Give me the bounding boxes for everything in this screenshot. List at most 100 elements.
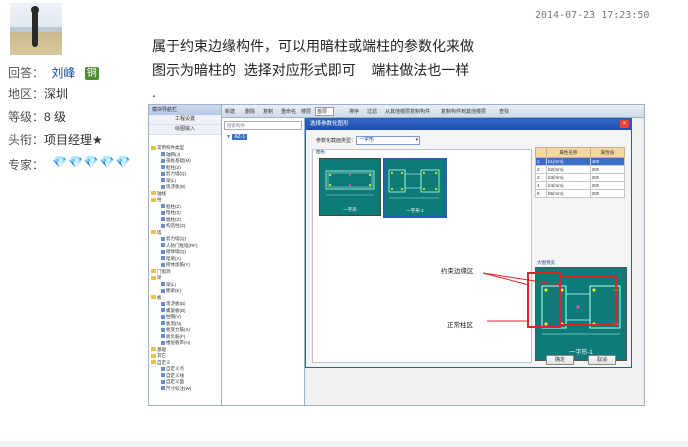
tree-item[interactable]: 自定义面 [161, 379, 184, 384]
tree-folder[interactable]: 梁 [151, 275, 162, 280]
tree-item[interactable]: 楼层板带(H) [161, 340, 190, 345]
tree-item[interactable]: 板受力筋(S) [161, 327, 190, 332]
toolbar-find[interactable]: 查找 [499, 108, 509, 115]
property-value[interactable]: 400 [589, 157, 626, 166]
tree-item[interactable]: 框柱(Z) [161, 204, 181, 209]
toolbar-delete[interactable]: 删除 [245, 108, 255, 115]
tree-item[interactable]: 尺寸标注(W) [161, 386, 191, 391]
tree-item[interactable]: 现浇板(B) [161, 184, 186, 189]
tree-folder[interactable]: 自定义 [151, 360, 171, 365]
property-value[interactable]: 200 [589, 165, 626, 174]
tree-folder[interactable]: 其它 [151, 353, 166, 358]
tree-label: 筏板基础(M) [166, 158, 191, 163]
preview-label: 大图预览 [537, 260, 555, 265]
property-row[interactable]: 1 b1(mm) 400 [535, 157, 626, 166]
property-index: 2 [535, 165, 547, 174]
selected-component-az1[interactable]: AZ-1 [232, 134, 248, 140]
tree-folder[interactable]: 柱 [151, 197, 162, 202]
level-value: 8 级 [44, 110, 67, 124]
toolbar-new[interactable]: 新建 [225, 108, 235, 115]
tree-item[interactable]: 梁(L) [161, 282, 176, 287]
tree-item[interactable]: 现浇板(B) [161, 301, 186, 306]
tree-item[interactable]: 构造柱(Z) [161, 223, 185, 228]
user-name-link[interactable]: 刘峰 [51, 66, 75, 80]
property-value[interactable]: 200 [589, 181, 626, 190]
tree-item[interactable]: 砌体墙(Q) [161, 249, 186, 254]
tree-label: 梁(L) [166, 281, 176, 287]
toolbar-copy-to-floor[interactable]: 复制构件到其他楼层 [441, 108, 486, 115]
tree-label: 板 [157, 294, 162, 300]
title-label: 头衔： [8, 133, 45, 147]
folder-icon [151, 275, 156, 280]
property-row[interactable]: 5 b5(mm) 200 [535, 189, 626, 198]
property-row[interactable]: 3 b3(mm) 200 [535, 173, 626, 182]
software-toolbar: 新建 删除 复制 重命名 楼层 首层 排序 过滤 从其他楼层复制构件 复制构件到… [149, 105, 644, 118]
property-row[interactable]: 2 b2(mm) 200 [535, 165, 626, 174]
tree-label: 板洞(N) [166, 320, 182, 326]
tree-item[interactable]: 轴网(J) [161, 152, 180, 157]
tree-folder[interactable]: 门窗洞 [151, 269, 171, 274]
tree-item[interactable]: 螺旋板(B) [161, 308, 186, 313]
user-avatar[interactable] [10, 3, 62, 55]
tree-folder[interactable]: 常用构件类型 [151, 145, 184, 150]
tree-label: 剪力墙(Q) [166, 236, 186, 241]
tree-item[interactable]: 框柱(Z) [161, 165, 181, 170]
tree-folder[interactable]: 板 [151, 295, 162, 300]
shape-thumb-1-label: 一字形 [343, 207, 357, 212]
property-value[interactable]: 200 [589, 173, 626, 182]
tree-item[interactable]: 砌体加筋(Y) [161, 262, 190, 267]
toolbar-sort[interactable]: 排序 [349, 108, 359, 115]
tree-item[interactable]: 梁(L) [161, 178, 176, 183]
component-list-panel: 搜索构件... ▼ AZ-1 [222, 118, 305, 405]
component-icon [161, 158, 165, 163]
toolbar-floor-select[interactable]: 首层 [315, 107, 335, 116]
tree-item[interactable]: 暗柱(Z) [161, 210, 181, 215]
tree-item[interactable]: 筏板基础(M) [161, 158, 191, 163]
component-icon [161, 204, 165, 209]
tree-folder[interactable]: 轴线 [151, 191, 166, 196]
tree-label: 板受力筋(S) [166, 327, 190, 332]
tree-label: 砌体加筋(Y) [166, 262, 190, 267]
tree-item[interactable]: 圈梁(E) [161, 288, 181, 293]
toolbar-copy[interactable]: 复制 [263, 108, 273, 115]
tree-item[interactable]: 端柱(Z) [161, 217, 181, 222]
tree-item[interactable]: 暗梁(A) [161, 256, 181, 261]
property-row[interactable]: 4 b4(mm) 200 [535, 181, 626, 190]
tree-item[interactable]: 柱帽(V) [161, 314, 181, 319]
tree-item[interactable]: 人防门框墙(RF) [161, 243, 198, 248]
drawing-input-button[interactable]: 绘图输入 [149, 125, 221, 135]
tree-item[interactable]: 剪力墙(Q) [161, 236, 186, 241]
tree-item[interactable]: 板洞(N) [161, 321, 181, 326]
ok-button[interactable]: 确定 [546, 355, 574, 365]
component-icon [161, 282, 165, 287]
component-icon [161, 256, 165, 261]
cancel-button[interactable]: 取消 [588, 355, 616, 365]
component-icon [161, 288, 165, 293]
tree-item[interactable]: 自定义线 [161, 373, 184, 378]
dialog-close-icon[interactable]: × [620, 120, 629, 128]
section-type-select[interactable]: 一字形 ▾ [356, 136, 420, 145]
toolbar-filter[interactable]: 过滤 [367, 108, 377, 115]
bronze-badge-icon: 铜 [84, 67, 99, 81]
toolbar-rename[interactable]: 重命名 [281, 108, 296, 115]
tree-item[interactable]: 自定义点 [161, 366, 184, 371]
shape-thumb-1[interactable]: 一字形 [319, 158, 381, 216]
shape-thumb-2[interactable]: 一字形-1 [383, 158, 447, 218]
component-icon [161, 171, 165, 176]
attached-screenshot[interactable]: 新建 删除 复制 重命名 楼层 首层 排序 过滤 从其他楼层复制构件 复制构件到… [148, 104, 645, 406]
tree-label: 人防门框墙(RF) [166, 242, 198, 248]
tree-label: 板负筋(F) [166, 333, 186, 339]
folder-icon [151, 295, 156, 300]
tree-item[interactable]: 剪力墙(Q) [161, 171, 186, 176]
project-settings-button[interactable]: 工程设置 [149, 115, 221, 125]
post-line-2: 图示为暗柱的 选择对应形式即可 端柱做法也一样 [152, 62, 470, 78]
post-line-1: 属于约束边缘构件，可以用暗柱或端柱的参数化来做 [152, 38, 474, 54]
shape-group: 图形 一字形 一字形-1 [312, 149, 532, 363]
tree-folder[interactable]: 墙 [151, 230, 162, 235]
tree-folder[interactable]: 基础 [151, 347, 166, 352]
tree-item[interactable]: 板负筋(F) [161, 334, 185, 339]
property-value[interactable]: 200 [589, 189, 626, 198]
toolbar-copy-from-floor[interactable]: 从其他楼层复制构件 [385, 108, 430, 115]
component-search-input[interactable]: 搜索构件... [224, 121, 302, 130]
component-icon [161, 223, 165, 228]
